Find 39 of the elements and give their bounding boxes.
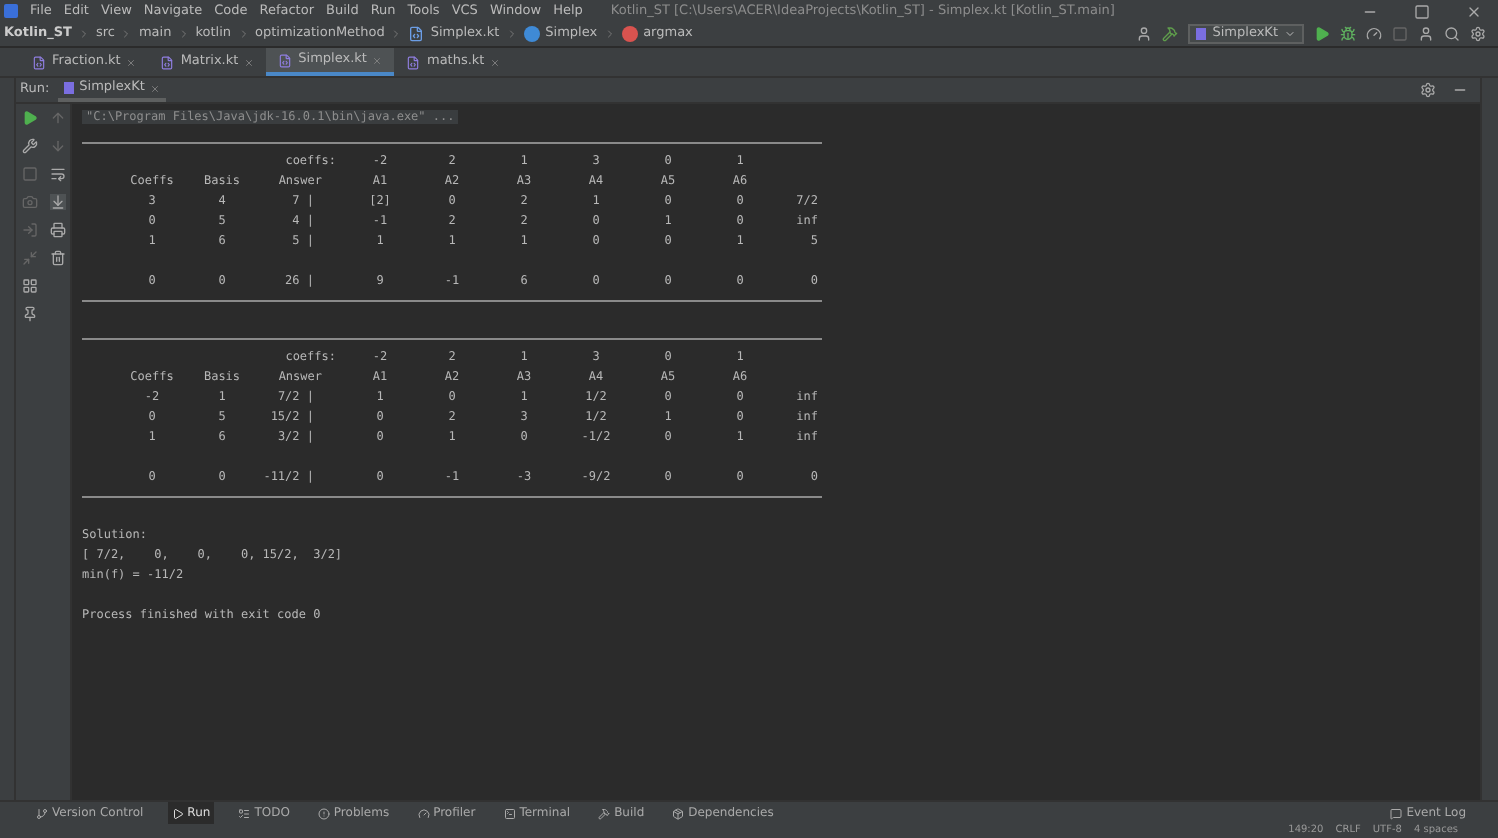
chevron-icon xyxy=(390,28,403,40)
rerun-icon[interactable] xyxy=(22,110,38,126)
tool-icon xyxy=(417,807,430,819)
pin-icon[interactable] xyxy=(22,306,38,322)
chevron-icon xyxy=(177,28,190,40)
wrench-icon[interactable] xyxy=(22,138,38,154)
close-icon[interactable] xyxy=(1466,3,1482,19)
app-logo-icon xyxy=(4,4,18,18)
print-icon[interactable] xyxy=(49,222,65,238)
tool-icon xyxy=(238,807,251,819)
user-icon[interactable] xyxy=(1136,26,1153,42)
method-icon xyxy=(621,26,638,42)
soft-wrap-icon[interactable] xyxy=(49,166,65,182)
search-icon[interactable] xyxy=(1444,26,1460,42)
maximize-icon[interactable] xyxy=(1414,3,1430,19)
chevron-icon xyxy=(237,28,249,40)
tool-icon xyxy=(317,807,330,819)
build-icon[interactable] xyxy=(1162,26,1179,42)
settings-icon[interactable] xyxy=(1420,82,1436,98)
caret-icon xyxy=(1284,28,1296,40)
layout-icon[interactable] xyxy=(22,278,38,294)
chevron-icon xyxy=(603,28,616,40)
chevron-icon xyxy=(505,28,518,40)
file-icon xyxy=(408,26,425,42)
scroll-to-end-icon[interactable] xyxy=(49,194,65,210)
debug-icon[interactable] xyxy=(1340,26,1356,42)
tool-icon xyxy=(36,807,48,819)
tool-icon xyxy=(171,807,184,819)
tool-icon xyxy=(503,807,516,819)
tool-icon xyxy=(672,807,685,819)
account-icon[interactable] xyxy=(1418,26,1434,42)
chevron-icon xyxy=(120,28,133,40)
trash-icon[interactable] xyxy=(49,250,65,266)
settings-icon[interactable] xyxy=(1470,26,1486,42)
tool-icon xyxy=(598,807,611,819)
speech-bubble-icon xyxy=(1390,807,1403,819)
chevron-icon xyxy=(77,28,90,40)
run-icon[interactable] xyxy=(1314,26,1330,42)
class-icon xyxy=(523,26,540,42)
